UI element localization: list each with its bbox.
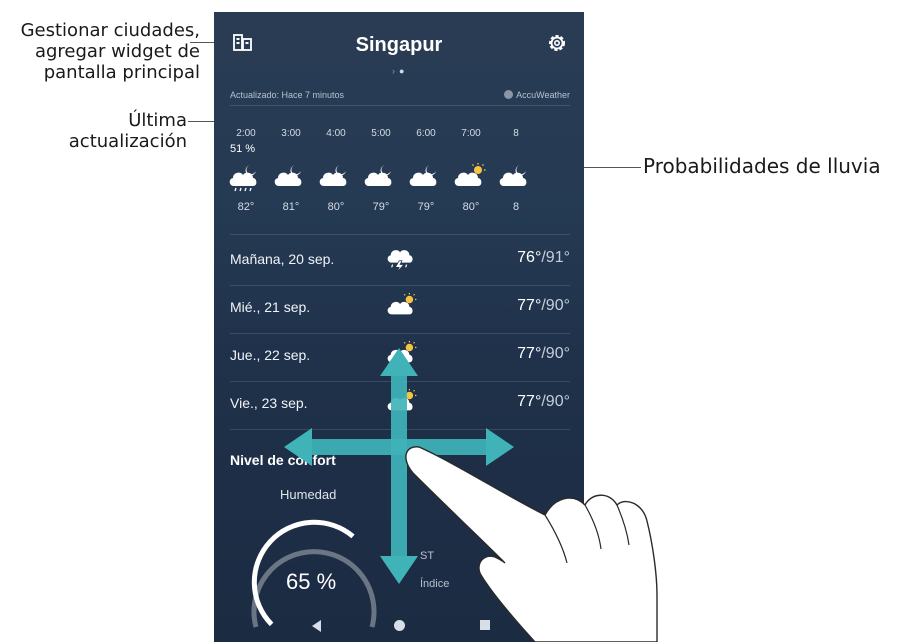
cloudy-day-icon [451, 162, 491, 192]
callout-last-update: Última actualización [0, 110, 187, 152]
hour-temperature: 81° [282, 201, 300, 213]
hour-time: 3:00 [281, 128, 301, 139]
provider-name: AccuWeather [516, 90, 570, 100]
hour-temperature: 80° [462, 201, 480, 213]
cloudy-night-icon [361, 162, 401, 192]
day-high-temp: /90° [541, 393, 570, 410]
day-label: Mié., 21 sep. [230, 299, 311, 315]
callout-manage-cities: Gestionar ciudades, agregar widget de pa… [0, 20, 200, 83]
last-updated-text: Actualizado: Hace 7 minutos [230, 90, 345, 100]
swipe-hand-illustration [405, 446, 658, 642]
provider-attribution[interactable]: AccuWeather [504, 90, 570, 100]
day-low-temp: 77° [517, 297, 542, 314]
day-high-temp: /90° [541, 345, 570, 362]
cloudy-night-icon [496, 162, 536, 192]
hour-time: 6:00 [416, 128, 436, 139]
partly-cloudy-icon [384, 292, 420, 322]
hour-temperature: 79° [417, 201, 435, 213]
day-low-temp: 76° [517, 249, 542, 266]
day-label: Mañana, 20 sep. [230, 251, 335, 267]
day-temperature-range: 77°/90° [517, 345, 570, 363]
hour-temperature: 80° [327, 201, 345, 213]
divider [230, 105, 570, 106]
rain-chance: 51 % [230, 143, 256, 155]
hour-time: 7:00 [461, 128, 481, 139]
day-temperature-range: 77°/90° [517, 393, 570, 411]
left-arrow-head [284, 428, 312, 466]
day-high-temp: /90° [541, 297, 570, 314]
day-low-temp: 77° [517, 345, 542, 362]
page-dot-location-icon: › [392, 66, 399, 76]
day-high-temp: /91° [541, 249, 570, 266]
callout-rain: Probabilidades de lluvia [643, 154, 881, 178]
hour-time: 2:00 [236, 128, 256, 139]
daily-row[interactable]: Mié., 21 sep. 77°/90° [230, 286, 570, 334]
accuweather-logo-icon [504, 90, 514, 99]
hour-time: 8 [513, 128, 519, 139]
callout-manage-line-1: Gestionar ciudades, [20, 20, 200, 41]
daily-row[interactable]: Mañana, 20 sep. 76°/91° [230, 238, 570, 286]
thunderstorm-icon [384, 244, 420, 274]
callout-last-update-line-2: actualización [68, 131, 187, 152]
day-low-temp: 77° [517, 393, 542, 410]
callout-manage-line-2: agregar widget de [34, 41, 200, 62]
hour-temperature: 79° [372, 201, 390, 213]
page-indicator: ›● [392, 66, 408, 76]
city-title: Singapur [355, 34, 443, 56]
cloudy-night-icon [271, 162, 311, 192]
hour-temperature: 8 [512, 201, 520, 213]
cloudy-night-icon [316, 162, 356, 192]
day-temperature-range: 77°/90° [517, 297, 570, 315]
callout-last-update-line-1: Última [128, 110, 187, 131]
back-icon[interactable] [312, 620, 321, 632]
hour-time: 4:00 [326, 128, 346, 139]
callout-manage-line-3: pantalla principal [43, 62, 200, 83]
cloudy-night-icon [406, 162, 446, 192]
up-arrow-head [380, 348, 418, 376]
rain-night-icon [226, 162, 266, 192]
gear-icon[interactable] [546, 32, 568, 54]
hour-time: 5:00 [371, 128, 391, 139]
page-dot-active: ● [399, 66, 409, 76]
hour-temperature: 82° [237, 201, 255, 213]
day-temperature-range: 76°/91° [517, 249, 570, 267]
divider [230, 234, 570, 235]
